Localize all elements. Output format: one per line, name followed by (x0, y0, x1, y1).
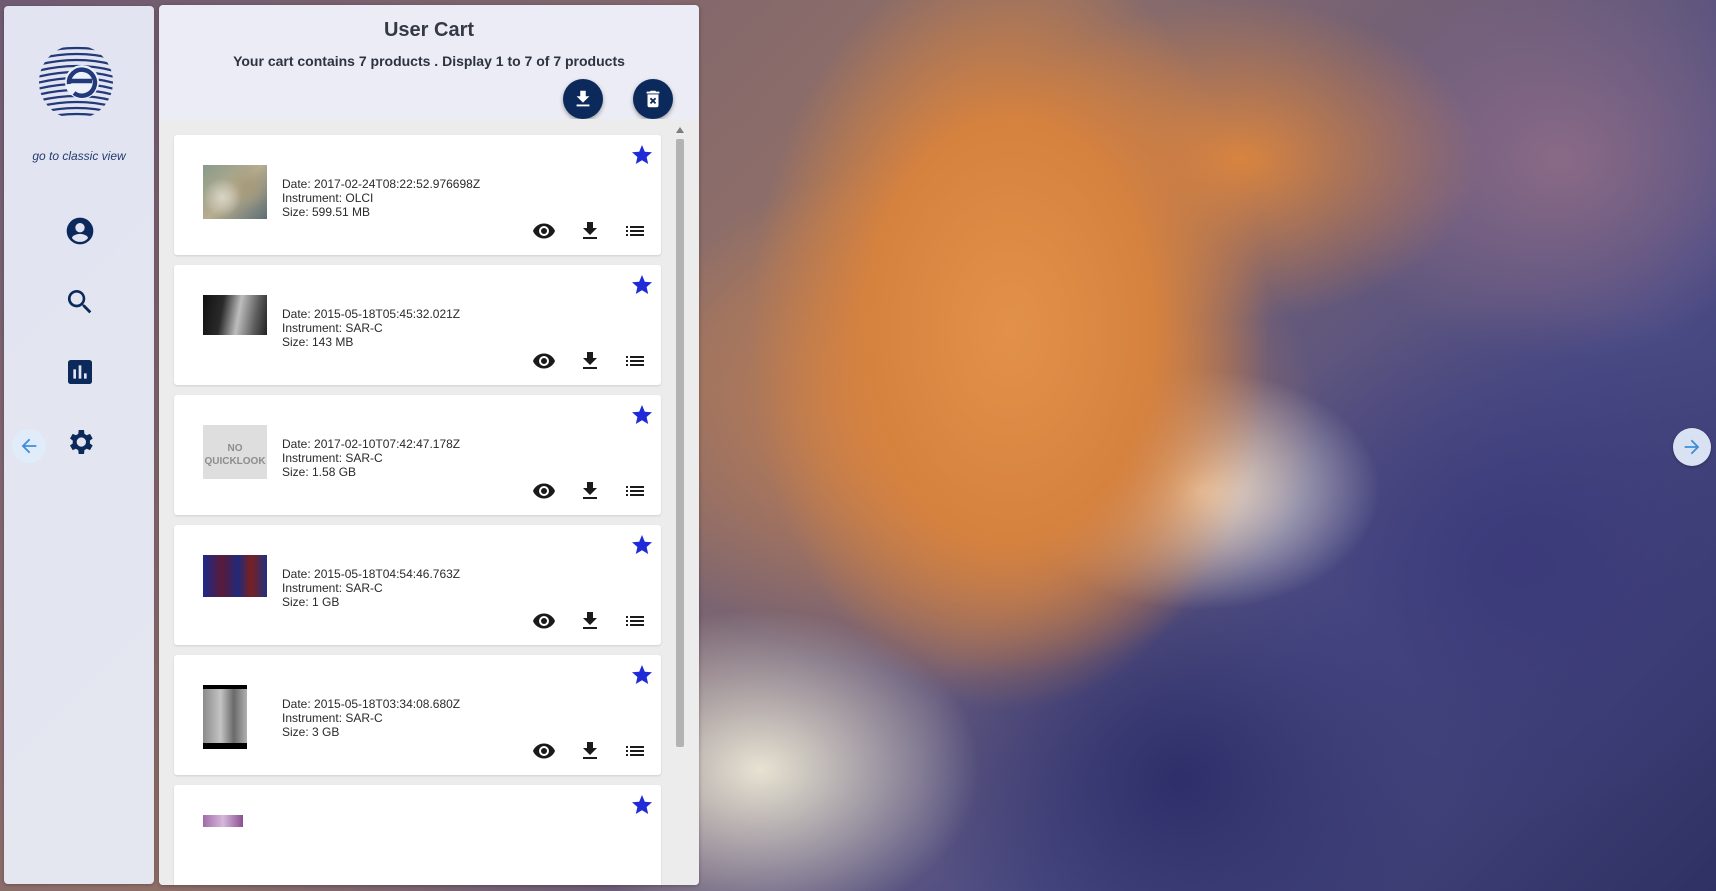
product-quicklook[interactable] (203, 685, 247, 749)
product-date: Date: 2015-05-18T03:34:08.680Z (282, 697, 461, 711)
chart-icon[interactable] (64, 356, 96, 388)
download-all-button[interactable] (563, 79, 603, 119)
details-list-icon[interactable] (623, 739, 647, 763)
product-size: Size: 1.58 GB (282, 465, 357, 479)
clear-cart-button[interactable] (633, 79, 673, 119)
product-quicklook[interactable] (203, 165, 267, 219)
product-date: Date: 2017-02-10T07:42:47.178Z (282, 437, 461, 451)
product-metadata: Date: 2015-05-18T05:45:32.021Z Instrumen… (282, 307, 460, 349)
classic-view-link[interactable]: go to classic view (4, 149, 154, 163)
view-eye-icon[interactable] (532, 219, 556, 243)
favorite-star-icon[interactable] (630, 403, 654, 427)
product-date: Date: 2015-05-18T05:45:32.021Z (282, 307, 461, 321)
product-size: Size: 1 GB (282, 595, 340, 609)
product-metadata: Date: 2015-05-18T04:54:46.763Z Instrumen… (282, 567, 460, 609)
cart-title: User Cart (383, 19, 475, 41)
product-card (174, 785, 661, 885)
product-quicklook[interactable] (203, 555, 267, 597)
product-size: Size: 143 MB (282, 335, 354, 349)
product-instrument: Instrument: OLCI (282, 191, 374, 205)
details-list-icon[interactable] (623, 349, 647, 373)
settings-icon[interactable] (64, 426, 96, 458)
view-eye-icon[interactable] (532, 479, 556, 503)
favorite-star-icon[interactable] (630, 273, 654, 297)
product-instrument: Instrument: SAR-C (282, 321, 383, 335)
details-list-icon[interactable] (623, 609, 647, 633)
scroll-up-arrow-icon[interactable] (676, 127, 684, 133)
expand-right-arrow-icon[interactable] (1673, 428, 1711, 466)
no-quicklook-label: QUICKLOOK (204, 456, 266, 467)
details-list-icon[interactable] (623, 219, 647, 243)
product-size: Size: 3 GB (282, 725, 340, 739)
view-eye-icon[interactable] (532, 739, 556, 763)
view-eye-icon[interactable] (532, 609, 556, 633)
product-instrument: Instrument: SAR-C (282, 581, 383, 595)
delete-forever-icon (646, 90, 660, 108)
favorite-star-icon[interactable] (630, 663, 654, 687)
favorite-star-icon[interactable] (630, 533, 654, 557)
product-card: Date: 2015-05-18T05:45:32.021Z Instrumen… (174, 265, 661, 385)
scrollbar[interactable] (673, 127, 687, 885)
download-icon[interactable] (578, 609, 602, 633)
download-icon[interactable] (578, 739, 602, 763)
scrollbar-thumb[interactable] (676, 139, 684, 747)
download-icon[interactable] (578, 219, 602, 243)
details-list-icon[interactable] (623, 479, 647, 503)
download-icon[interactable] (578, 349, 602, 373)
no-quicklook-placeholder: NO QUICKLOOK (203, 425, 267, 479)
product-list[interactable]: Date: 2017-02-24T08:22:52.976698Z Instru… (159, 119, 699, 885)
product-instrument: Instrument: SAR-C (282, 451, 383, 465)
product-card: Date: 2015-05-18T03:34:08.680Z Instrumen… (174, 655, 661, 775)
product-date: Date: 2015-05-18T04:54:46.763Z (282, 567, 461, 581)
search-icon[interactable] (64, 286, 96, 318)
favorite-star-icon[interactable] (630, 143, 654, 167)
product-instrument: Instrument: SAR-C (282, 711, 383, 725)
user-cart-panel: User Cart Your cart contains 7 products … (159, 5, 699, 885)
product-card: NO QUICKLOOK Date: 2017-02-10T07:42:47.1… (174, 395, 661, 515)
no-quicklook-label: NO (227, 443, 243, 454)
download-icon[interactable] (578, 479, 602, 503)
product-quicklook[interactable] (203, 815, 243, 827)
collapse-left-arrow-icon[interactable] (12, 429, 46, 463)
product-card: Date: 2017-02-24T08:22:52.976698Z Instru… (174, 135, 661, 255)
product-metadata: Date: 2017-02-10T07:42:47.178Z Instrumen… (282, 437, 460, 479)
product-quicklook[interactable] (203, 295, 267, 335)
cart-summary: Your cart contains 7 products . Display … (233, 53, 625, 69)
product-metadata: Date: 2017-02-24T08:22:52.976698Z Instru… (282, 177, 480, 219)
product-metadata: Date: 2015-05-18T03:34:08.680Z Instrumen… (282, 697, 460, 739)
account-icon[interactable] (64, 215, 96, 247)
view-eye-icon[interactable] (532, 349, 556, 373)
product-size: Size: 599.51 MB (282, 205, 371, 219)
esa-logo (39, 46, 113, 119)
product-date: Date: 2017-02-24T08:22:52.976698Z (282, 177, 481, 191)
product-card: Date: 2015-05-18T04:54:46.763Z Instrumen… (174, 525, 661, 645)
download-icon (576, 90, 590, 107)
favorite-star-icon[interactable] (630, 793, 654, 817)
